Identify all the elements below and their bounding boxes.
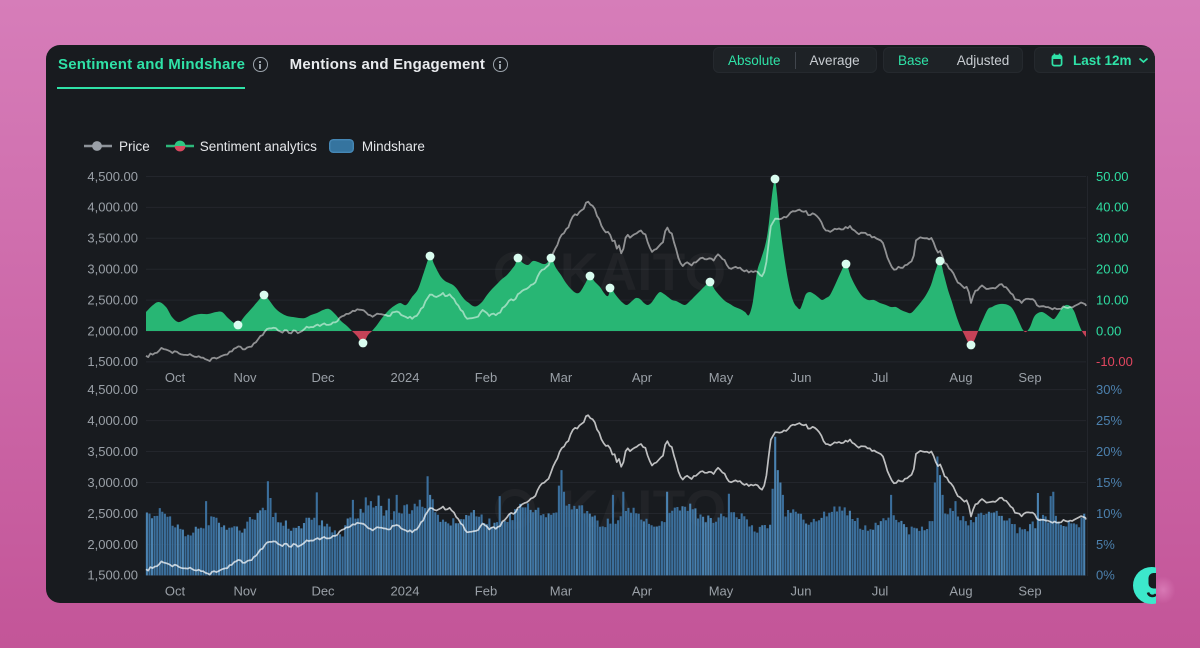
svg-text:Apr: Apr: [632, 584, 653, 599]
svg-text:Jun: Jun: [791, 584, 812, 599]
svg-text:Dec: Dec: [311, 370, 335, 385]
svg-text:25%: 25%: [1096, 413, 1122, 428]
svg-text:3,000.00: 3,000.00: [87, 475, 138, 490]
svg-text:Sep: Sep: [1018, 584, 1041, 599]
svg-text:2,000.00: 2,000.00: [87, 537, 138, 552]
svg-text:Nov: Nov: [233, 584, 257, 599]
svg-text:Jun: Jun: [791, 370, 812, 385]
svg-text:4,500.00: 4,500.00: [87, 382, 138, 397]
svg-text:3,500.00: 3,500.00: [87, 231, 138, 246]
svg-text:Aug: Aug: [949, 584, 972, 599]
svg-text:2024: 2024: [391, 584, 420, 599]
svg-text:2,000.00: 2,000.00: [87, 323, 138, 338]
svg-text:May: May: [709, 370, 734, 385]
svg-text:1,500.00: 1,500.00: [87, 354, 138, 369]
svg-text:5%: 5%: [1096, 537, 1115, 552]
svg-text:Mar: Mar: [550, 370, 573, 385]
svg-text:Mar: Mar: [550, 584, 573, 599]
svg-text:40.00: 40.00: [1096, 200, 1129, 215]
svg-text:3,500.00: 3,500.00: [87, 444, 138, 459]
svg-text:May: May: [709, 584, 734, 599]
svg-text:Dec: Dec: [311, 584, 335, 599]
svg-text:Aug: Aug: [949, 370, 972, 385]
svg-text:Oct: Oct: [165, 584, 186, 599]
svg-text:Feb: Feb: [475, 370, 497, 385]
svg-text:30.00: 30.00: [1096, 231, 1129, 246]
svg-text:-10.00: -10.00: [1096, 354, 1133, 369]
svg-text:4,000.00: 4,000.00: [87, 200, 138, 215]
svg-text:3,000.00: 3,000.00: [87, 262, 138, 277]
svg-text:0.00: 0.00: [1096, 323, 1121, 338]
svg-text:20.00: 20.00: [1096, 262, 1129, 277]
svg-text:2,500.00: 2,500.00: [87, 506, 138, 521]
svg-text:Jul: Jul: [872, 370, 889, 385]
svg-text:Sep: Sep: [1018, 370, 1041, 385]
svg-text:2,500.00: 2,500.00: [87, 292, 138, 307]
svg-text:Oct: Oct: [165, 370, 186, 385]
svg-text:Apr: Apr: [632, 370, 653, 385]
svg-text:2024: 2024: [391, 370, 420, 385]
svg-text:10%: 10%: [1096, 506, 1122, 521]
svg-text:4,500.00: 4,500.00: [87, 169, 138, 184]
svg-text:15%: 15%: [1096, 475, 1122, 490]
svg-text:50.00: 50.00: [1096, 169, 1129, 184]
svg-text:20%: 20%: [1096, 444, 1122, 459]
svg-text:Nov: Nov: [233, 370, 257, 385]
svg-text:1,500.00: 1,500.00: [87, 568, 138, 583]
svg-text:Jul: Jul: [872, 584, 889, 599]
svg-text:4,000.00: 4,000.00: [87, 413, 138, 428]
svg-text:10.00: 10.00: [1096, 292, 1129, 307]
svg-text:30%: 30%: [1096, 382, 1122, 397]
svg-text:Feb: Feb: [475, 584, 497, 599]
